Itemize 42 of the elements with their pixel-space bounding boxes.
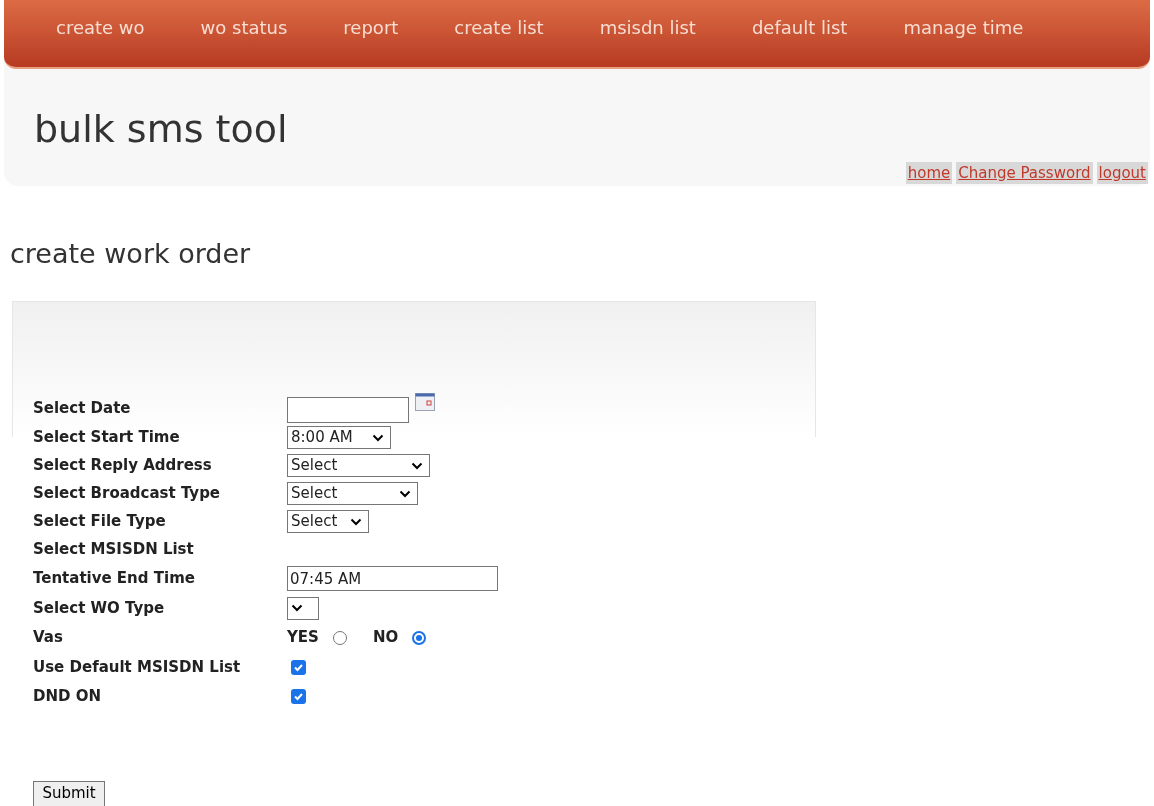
dropdown[interactable]: Select — [287, 454, 430, 477]
dropdown[interactable]: Select — [287, 482, 418, 505]
dropdown[interactable]: 8:00 AM — [287, 426, 391, 449]
nav-link[interactable]: manage time — [903, 14, 1024, 41]
chevron-icon — [350, 517, 362, 526]
field-label: Select Reply Address — [33, 455, 213, 477]
dropdown[interactable]: Select — [287, 510, 369, 533]
checkbox[interactable] — [291, 688, 306, 704]
date-field[interactable] — [287, 397, 409, 423]
calendar-icon[interactable] — [415, 393, 435, 411]
header-link[interactable]: home — [905, 161, 953, 184]
chevron-icon — [291, 604, 303, 612]
nav-link[interactable]: default list — [751, 14, 848, 41]
nav-link[interactable]: create wo — [56, 14, 145, 41]
field-label: Select Broadcast Type — [33, 483, 222, 505]
chevron-icon — [372, 433, 384, 442]
field-label: Vas — [33, 627, 64, 649]
header-link[interactable]: Change Password — [956, 161, 1093, 184]
chevron-icon — [399, 489, 411, 498]
field-label: Tentative End Time — [33, 568, 196, 590]
field-label: Select Date — [33, 397, 132, 419]
page-title: create work order — [10, 237, 252, 271]
site-title: bulk sms tool — [34, 106, 288, 153]
nav-link[interactable]: create list — [454, 14, 544, 41]
header-link[interactable]: logout — [1096, 161, 1148, 184]
field-label: Use Default MSISDN List — [33, 656, 242, 678]
nav-link[interactable]: wo status — [200, 14, 288, 41]
field-label: Select File Type — [33, 511, 167, 533]
chevron-icon — [411, 461, 423, 470]
field-label: DND ON — [33, 685, 102, 707]
field-label: Select WO Type — [33, 597, 166, 619]
nav-link[interactable]: msisdn list — [599, 14, 696, 41]
dropdown[interactable] — [287, 596, 319, 620]
radio-button[interactable] — [412, 630, 427, 645]
field-label: Select MSISDN List — [33, 539, 195, 561]
checkbox[interactable] — [291, 659, 306, 675]
radio-label: NO — [372, 627, 399, 649]
end-time-field[interactable]: 07:45 AM — [287, 566, 498, 591]
nav-link[interactable]: report — [343, 14, 399, 41]
radio-label: YES — [287, 627, 319, 649]
submit-button[interactable]: Submit — [33, 780, 105, 806]
field-label: Select Start Time — [33, 427, 181, 449]
